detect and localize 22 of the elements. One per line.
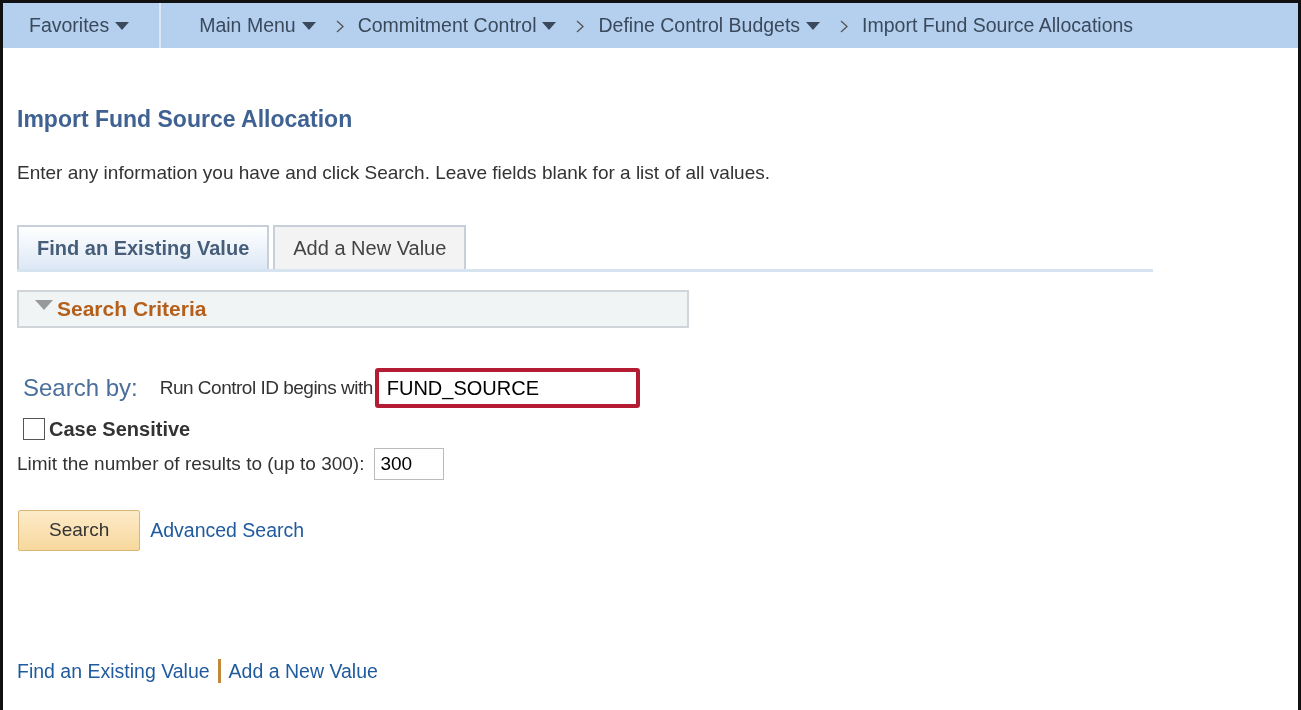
breadcrumb-link[interactable]: Import Fund Source Allocations: [862, 10, 1134, 41]
search-button[interactable]: Search: [18, 510, 141, 551]
breadcrumb-link[interactable]: Main Menu: [199, 10, 316, 41]
search-by-label: Search by:: [23, 373, 138, 403]
field-label: Run Control ID begins with: [159, 375, 373, 400]
input-field[interactable]: 300: [374, 448, 445, 480]
field-label: Limit the number of results to (up to 300):: [17, 451, 365, 476]
tab[interactable]: Add a New Value: [273, 225, 467, 269]
breadcrumb-link[interactable]: Favorites: [29, 10, 130, 41]
section-header[interactable]: Search Criteria: [17, 290, 689, 328]
checkbox[interactable]: [23, 418, 45, 440]
page-title: Import Fund Source Allocation: [17, 105, 354, 134]
footer-link[interactable]: Add a New Value: [228, 656, 378, 686]
checkbox-label: Case Sensitive: [49, 417, 191, 442]
advanced-search-link[interactable]: Advanced Search: [150, 515, 305, 545]
input-field[interactable]: FUND_SOURCE: [374, 368, 640, 408]
footer-link[interactable]: Find an Existing Value: [17, 656, 210, 686]
section-title: Search Criteria: [57, 296, 207, 323]
breadcrumb-link[interactable]: Commitment Control: [357, 10, 557, 41]
instruction-text: Enter any information you have and click Search. Leave fields blank for a list of all values.: [17, 160, 771, 185]
breadcrumb-link[interactable]: Define Control Budgets: [598, 10, 821, 41]
tab[interactable]: Find an Existing Value: [17, 225, 270, 269]
